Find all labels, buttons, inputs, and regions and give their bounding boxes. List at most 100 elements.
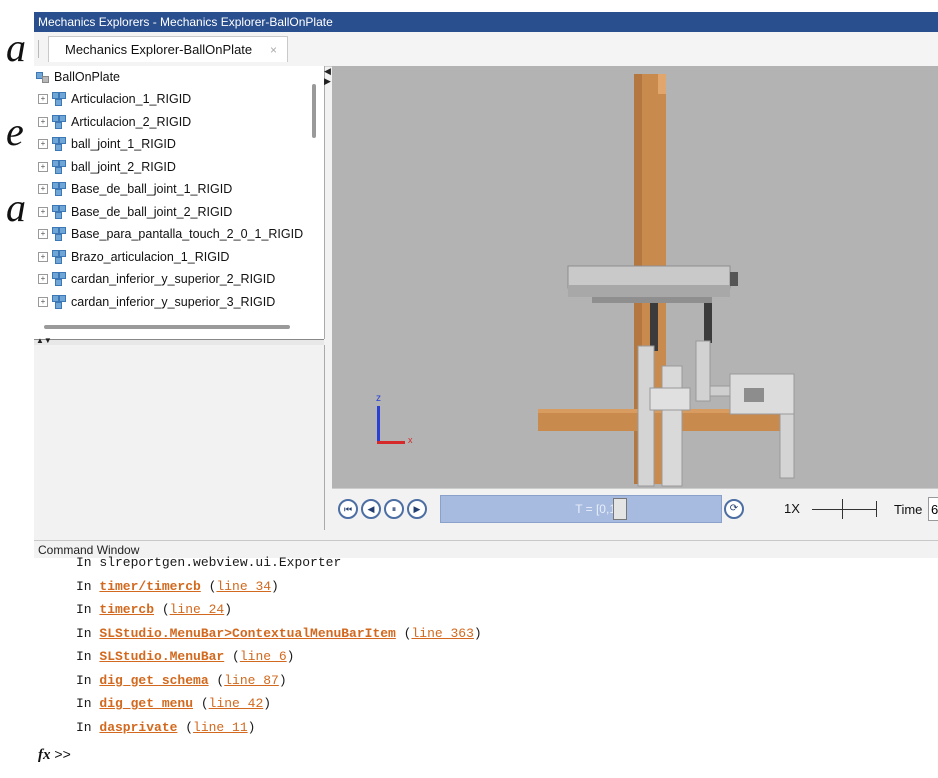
expand-icon[interactable]: + [38, 139, 48, 149]
tree-item-label: cardan_inferior_y_superior_2_RIGID [71, 272, 276, 286]
function-link[interactable]: timercb [99, 602, 154, 617]
tree-item-label: Base_de_ball_joint_2_RIGID [71, 204, 233, 219]
playback-speed-label: 1X [784, 501, 800, 516]
loop-icon[interactable]: ⟳ [724, 499, 744, 519]
tab-strip-grip[interactable] [38, 40, 39, 58]
timeline-thumb[interactable] [613, 498, 627, 520]
tree-item-label: ball_joint_1_RIGID [71, 137, 176, 151]
expand-icon[interactable]: + [38, 296, 48, 307]
command-output-line: In timercb (line 24) [76, 602, 233, 617]
line-prefix: In [76, 649, 100, 664]
line-prefix: In [76, 555, 100, 570]
command-output-line: In slreportgen.webview.ui.Exporter [76, 552, 341, 574]
time-label: Time [894, 502, 923, 517]
properties-pane [34, 345, 325, 530]
expand-icon[interactable]: + [38, 251, 48, 262]
command-output-line: In SLStudio.MenuBar (line 6) [76, 649, 295, 664]
model-tree-pane: BallOnPlate + Articulacion_1_RIGID + Articu… [34, 66, 325, 339]
prompt-symbol: >> [54, 746, 71, 762]
function-link[interactable]: SLStudio.MenuBar>ContextualMenuBarItem [99, 626, 395, 641]
3d-viewport[interactable]: z x [332, 66, 938, 488]
document-letter: a [6, 185, 26, 230]
expand-icon[interactable]: + [38, 116, 48, 127]
rigid-body-icon [52, 204, 66, 219]
command-output-line: In SLStudio.MenuBar>ContextualMenuBarIte… [76, 625, 482, 641]
background-document-fragment: a e a [0, 0, 34, 530]
rigid-body-icon [52, 272, 66, 286]
tree-item-label: ball_joint_2_RIGID [71, 159, 176, 174]
timeline-slider[interactable]: T = [0,10] [440, 495, 722, 523]
line-number-link[interactable]: line 42 [209, 696, 264, 711]
line-number-link[interactable]: line 34 [216, 579, 271, 594]
tab-strip: Mechanics Explorer-BallOnPlate × [34, 32, 938, 67]
playback-toolbar: ⏮ ◀ ⏸ ▶ T = [0,10] ⟳ 1X Time 6 [332, 488, 938, 531]
tree-item-label: Articulacion_2_RIGID [71, 114, 192, 129]
tab-mechanics-explorer[interactable]: Mechanics Explorer-BallOnPlate × [48, 36, 288, 62]
close-icon[interactable]: × [270, 37, 277, 63]
tree-horizontal-scrollbar[interactable] [44, 325, 290, 329]
tree-item-label: Base_para_pantalla_touch_2_0_1_RIGID [71, 227, 304, 241]
line-prefix: In [76, 578, 100, 594]
skip-to-start-icon[interactable]: ⏮ [338, 499, 358, 519]
line-prefix: In [76, 719, 100, 735]
command-prompt[interactable]: fx >> [38, 746, 71, 764]
rigid-body-icon [52, 294, 66, 309]
z-axis-label: z [376, 393, 381, 404]
expand-icon[interactable]: + [38, 184, 48, 194]
line-number-link[interactable]: line 87 [224, 673, 279, 688]
rigid-body-icon [52, 159, 66, 174]
line-number-link[interactable]: line 24 [170, 602, 225, 617]
speed-slider-thumb[interactable] [842, 499, 843, 519]
command-output-line: In dig_get_menu (line 42) [76, 696, 272, 711]
function-link[interactable]: timer/timercb [99, 579, 200, 594]
tree-item-label: Brazo_articulacion_1_RIGID [71, 249, 230, 264]
x-axis-indicator [377, 441, 405, 444]
collapse-panel-arrow-icon[interactable]: ◀ ▶ [324, 66, 332, 86]
play-icon[interactable]: ▶ [407, 499, 427, 519]
line-prefix: In [76, 696, 100, 711]
x-axis-label: x [408, 435, 413, 445]
tree-vertical-scrollbar[interactable] [312, 84, 316, 138]
line-number-link[interactable]: line 6 [240, 649, 287, 664]
function-browser-icon[interactable]: fx [38, 747, 51, 763]
document-letter: a [6, 25, 26, 70]
pause-icon[interactable]: ⏸ [384, 499, 404, 519]
mechanism-render [538, 74, 795, 487]
window-titlebar[interactable]: Mechanics Explorers - Mechanics Explorer… [34, 12, 938, 32]
rigid-body-icon [52, 92, 66, 106]
function-link[interactable]: dig_get_schema [99, 673, 208, 688]
document-letter: e [6, 109, 24, 154]
expand-icon[interactable]: + [38, 161, 48, 172]
command-window-body[interactable]: In slreportgen.webview.ui.Exporter In tim… [34, 555, 938, 778]
line-prefix: In [76, 625, 100, 641]
rigid-body-icon [52, 227, 66, 241]
expand-icon[interactable]: + [38, 274, 48, 284]
model-icon [36, 70, 50, 84]
expand-icon[interactable]: + [38, 229, 48, 239]
line-number-link[interactable]: line 363 [411, 626, 473, 641]
rigid-body-icon [52, 114, 66, 129]
function-link[interactable]: dig_get_menu [99, 696, 193, 711]
tree-root-label: BallOnPlate [54, 70, 121, 84]
function-link[interactable]: SLStudio.MenuBar [99, 649, 224, 664]
tree-item-label: Articulacion_1_RIGID [71, 92, 192, 106]
tab-label: Mechanics Explorer-BallOnPlate [65, 42, 253, 57]
function-link[interactable]: dasprivate [99, 720, 177, 735]
expand-icon[interactable]: + [38, 206, 48, 217]
rigid-body-icon [52, 182, 66, 196]
time-field[interactable]: 6 [928, 497, 938, 521]
command-output-line: In timer/timercb (line 34) [76, 578, 279, 594]
mechanics-explorer-window: Mechanics Explorers - Mechanics Explorer… [34, 12, 938, 778]
line-prefix: In [76, 602, 100, 617]
command-output-line: In dig_get_schema (line 87) [76, 672, 287, 688]
expand-icon[interactable]: + [38, 94, 48, 104]
z-axis-indicator [377, 406, 380, 444]
timeline-range-label: T = [0,10] [575, 502, 626, 516]
step-back-icon[interactable]: ◀ [361, 499, 381, 519]
speed-slider-track[interactable] [812, 509, 876, 510]
rigid-body-icon [52, 249, 66, 264]
command-output-line: In dasprivate (line 11) [76, 719, 256, 735]
splitter-arrows-icon: ▲▼ [36, 336, 52, 345]
line-number-link[interactable]: line 11 [193, 720, 248, 735]
rigid-body-icon [52, 137, 66, 151]
